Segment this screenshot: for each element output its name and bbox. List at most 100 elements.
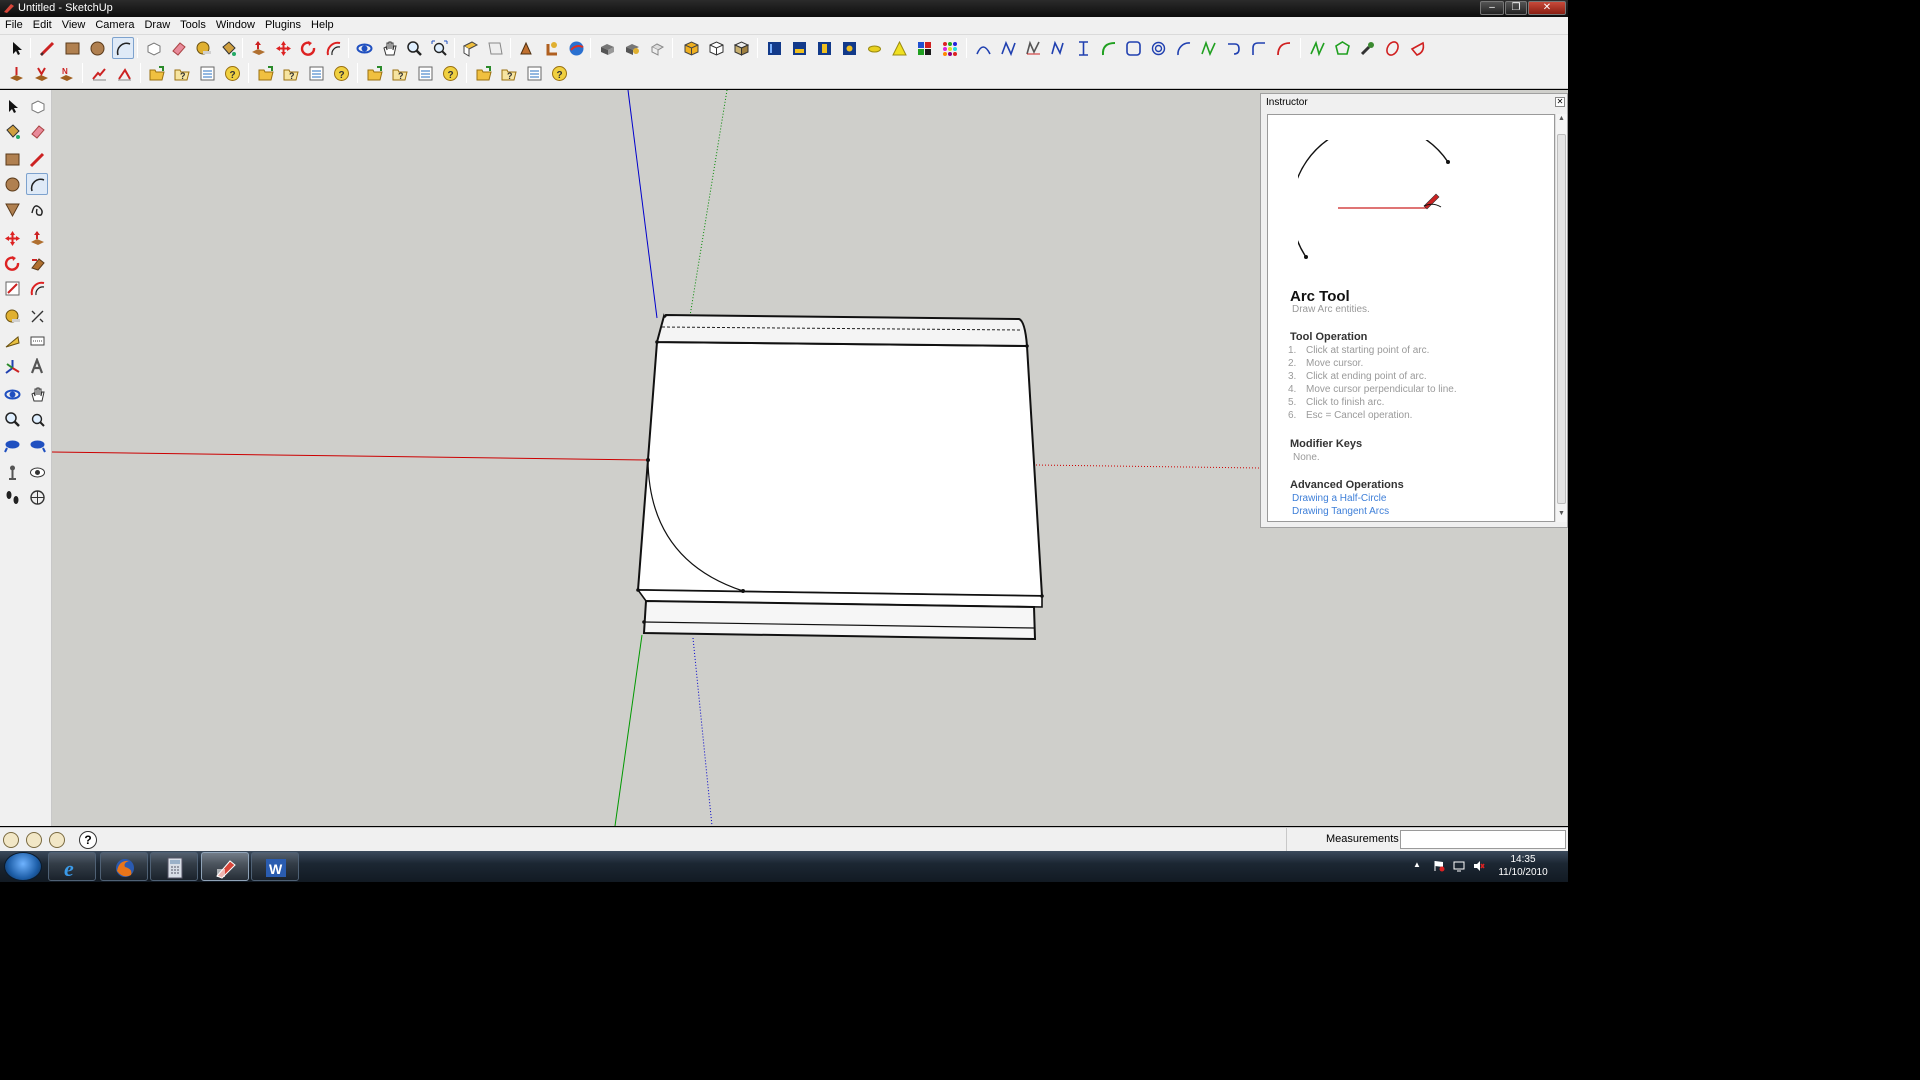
position-camera-icon[interactable]	[1, 461, 23, 483]
volume-muted-icon[interactable]	[1473, 860, 1485, 872]
add-location-icon[interactable]	[5, 62, 27, 84]
section-plane-icon[interactable]	[459, 37, 481, 59]
close-button[interactable]: ✕	[1528, 1, 1566, 15]
tangent-arcs-link[interactable]: Drawing Tangent Arcs	[1292, 506, 1389, 517]
standard-views-right-icon[interactable]	[838, 37, 860, 59]
text-tool-icon[interactable]	[26, 330, 48, 352]
next-view-icon[interactable]	[26, 433, 48, 455]
list-icon-4[interactable]	[523, 62, 545, 84]
open-folder-icon-4[interactable]	[473, 62, 495, 84]
line-tool-icon[interactable]	[36, 37, 58, 59]
menu-plugins[interactable]: Plugins	[260, 17, 306, 35]
make-component-icon[interactable]	[142, 37, 164, 59]
standard-views-iso-icon[interactable]	[763, 37, 785, 59]
walk-tool-icon[interactable]	[1, 486, 23, 508]
share-model-icon[interactable]	[540, 37, 562, 59]
help-icon-4[interactable]: ?	[548, 62, 570, 84]
user-icon[interactable]	[49, 832, 65, 848]
toggle-terrain-icon[interactable]	[30, 62, 52, 84]
hook-icon[interactable]	[1222, 37, 1244, 59]
ellipse-icon[interactable]	[1381, 37, 1403, 59]
colors-icon[interactable]	[913, 37, 935, 59]
internet-explorer-taskbar-button[interactable]: e	[48, 852, 96, 881]
rectangle-tool-icon[interactable]	[1, 148, 23, 170]
start-button[interactable]	[4, 852, 42, 881]
help-icon-3[interactable]: ?	[439, 62, 461, 84]
curve-green-icon[interactable]	[1097, 37, 1119, 59]
tape-measure-icon[interactable]	[1, 305, 23, 327]
x-ray-icon[interactable]	[680, 37, 702, 59]
circle-tool-icon[interactable]	[1, 173, 23, 195]
menu-view[interactable]: View	[57, 17, 91, 35]
list-icon-2[interactable]	[305, 62, 327, 84]
polyline-icon[interactable]	[1022, 37, 1044, 59]
sector-icon[interactable]	[1406, 37, 1428, 59]
arc-tool-icon[interactable]	[26, 173, 48, 195]
wrench-icon[interactable]	[1356, 37, 1378, 59]
geo-location-icon[interactable]	[3, 832, 19, 848]
minimize-button[interactable]: –	[1480, 1, 1504, 15]
catmull-icon[interactable]	[1072, 37, 1094, 59]
help-icon[interactable]: ?	[79, 831, 97, 849]
arc-tool-icon[interactable]	[112, 37, 134, 59]
zigzag-green-icon[interactable]	[1197, 37, 1219, 59]
help-icon[interactable]: ?	[221, 62, 243, 84]
sketchup-taskbar-button[interactable]	[201, 852, 249, 881]
polygon-tool-icon[interactable]	[1, 198, 23, 220]
pan-tool-icon[interactable]	[26, 383, 48, 405]
rotate-tool-icon[interactable]	[297, 37, 319, 59]
push-pull-icon[interactable]	[247, 37, 269, 59]
circle-tool-icon[interactable]	[86, 37, 108, 59]
standard-views-top-icon[interactable]	[788, 37, 810, 59]
offset-tool-icon[interactable]	[26, 277, 48, 299]
sandbox-stamp-icon[interactable]	[113, 62, 135, 84]
help-folder-icon-3[interactable]: ?	[389, 62, 411, 84]
select-tool-icon[interactable]	[5, 37, 27, 59]
list-icon[interactable]	[196, 62, 218, 84]
freehand-tool-icon[interactable]	[26, 198, 48, 220]
look-around-icon[interactable]	[26, 461, 48, 483]
system-clock[interactable]: 14:35 11/10/2010	[1496, 853, 1550, 879]
restore-button[interactable]: ❐	[1505, 1, 1527, 15]
sandbox-from-contours-icon[interactable]	[88, 62, 110, 84]
instructor-close-icon[interactable]: ✕	[1555, 97, 1565, 107]
measurements-field[interactable]	[1400, 830, 1566, 849]
help-folder-icon-2[interactable]: ?	[280, 62, 302, 84]
eraser-tool-icon[interactable]	[26, 120, 48, 142]
interact-icon[interactable]	[646, 37, 668, 59]
freehand-icon[interactable]	[1047, 37, 1069, 59]
tape-measure-icon[interactable]	[192, 37, 214, 59]
previous-view-icon[interactable]	[1, 433, 23, 455]
component-icon[interactable]	[596, 37, 618, 59]
menu-camera[interactable]: Camera	[90, 17, 139, 35]
move-tool-icon[interactable]	[272, 37, 294, 59]
style-palette-icon[interactable]	[938, 37, 960, 59]
help-folder-icon-4[interactable]: ?	[498, 62, 520, 84]
arc-blue-icon[interactable]	[1172, 37, 1194, 59]
axes-tool-icon[interactable]	[1, 355, 23, 377]
shaded-textures-icon[interactable]	[730, 37, 752, 59]
paint-bucket-icon[interactable]	[1, 120, 23, 142]
make-component-icon[interactable]	[26, 95, 48, 117]
spline-icon[interactable]	[997, 37, 1019, 59]
shadows-icon[interactable]	[863, 37, 885, 59]
dynamic-component-icon[interactable]	[621, 37, 643, 59]
list-icon-3[interactable]	[414, 62, 436, 84]
pan-tool-icon[interactable]	[378, 37, 400, 59]
paint-bucket-icon[interactable]	[217, 37, 239, 59]
help-icon-2[interactable]: ?	[330, 62, 352, 84]
half-circle-link[interactable]: Drawing a Half-Circle	[1292, 493, 1386, 504]
get-models-icon[interactable]	[515, 37, 537, 59]
menu-draw[interactable]: Draw	[139, 17, 175, 35]
north-arrow-icon[interactable]: N	[55, 62, 77, 84]
word-taskbar-button[interactable]: W	[251, 852, 299, 881]
network-icon[interactable]	[1453, 860, 1465, 872]
zoom-tool-icon[interactable]	[1, 408, 23, 430]
calculator-taskbar-button[interactable]	[150, 852, 198, 881]
spiral-icon[interactable]	[1147, 37, 1169, 59]
fillet-icon[interactable]	[1247, 37, 1269, 59]
zoom-extents-icon[interactable]	[428, 37, 450, 59]
bezier-curve-icon[interactable]	[972, 37, 994, 59]
show-hidden-icons[interactable]: ▲	[1413, 860, 1425, 872]
rounded-rect-icon[interactable]	[1122, 37, 1144, 59]
